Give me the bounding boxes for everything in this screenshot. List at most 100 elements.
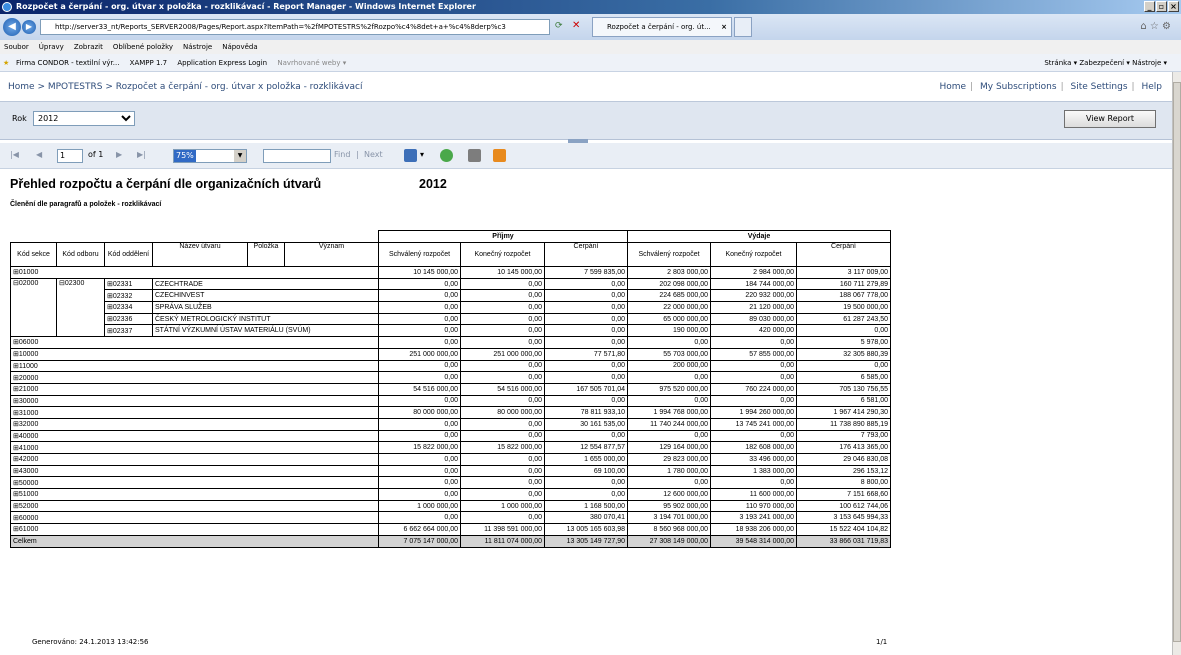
cell: 220 932 000,00 [710,289,797,303]
back-icon[interactable]: ◀ [3,18,21,36]
close-window-button[interactable]: × [1168,1,1179,12]
row-code[interactable]: ⊞02331 [104,277,153,291]
menu-soubor[interactable]: Soubor [4,40,29,54]
cell: 1 000 000,00 [378,499,461,513]
next-page-icon[interactable]: ▶ [116,150,122,159]
row-code[interactable]: ⊞60000 [10,511,379,525]
row-code[interactable]: ⊟02300 [56,277,105,338]
refresh-report-icon[interactable] [440,149,453,162]
page-indicator: 1/1 [876,638,888,646]
table-row: ⊞60000 0,00 0,00 380 070,41 3 194 701 000,00… [10,511,891,525]
table-row: ⊞02337 STÁTNÍ VÝZKUMNÍ ÚSTAV MATERIÁLU (S… [11,324,891,338]
row-code[interactable]: ⊞21000 [10,382,379,396]
table-row: ⊞43000 0,00 0,00 69 100,00 1 780 000,00 1 383… [10,464,891,478]
cell: 420 000,00 [710,324,797,338]
cell: 89 030 000,00 [710,312,797,326]
menu-zobrazit[interactable]: Zobrazit [74,40,103,54]
cell: 8 800,00 [796,476,891,490]
row-code[interactable]: ⊞02337 [104,324,153,338]
menu-napoveda[interactable]: Nápověda [222,40,257,54]
minimize-button[interactable]: _ [1144,1,1155,12]
cell: 0,00 [460,289,545,303]
browser-tab[interactable]: Rozpočet a čerpání - org. út... × [592,17,732,37]
row-code[interactable]: ⊞11000 [10,359,379,373]
url-input[interactable]: http://server33_nt/Reports_SERVER2008/Pa… [40,19,550,35]
zoom-select[interactable]: 75% ▼ [173,149,247,163]
refresh-icon[interactable]: ⟳ [555,21,563,31]
cell: 0,00 [378,324,461,338]
print-icon[interactable] [468,149,481,162]
link-subscriptions[interactable]: My Subscriptions [980,82,1057,92]
row-code[interactable]: ⊟02000 [10,277,57,338]
crumb-folder[interactable]: MPOTESTRS [48,82,103,92]
page-number-input[interactable]: 1 [57,149,83,163]
link-help[interactable]: Help [1141,82,1162,92]
close-tab-icon[interactable]: × [721,18,727,36]
cell: 12 600 000,00 [627,488,711,501]
fav-condor[interactable]: Firma CONDOR - textilní výr... [16,59,119,67]
cell: 13 005 165 603,98 [544,523,628,536]
menu-nastroje[interactable]: Nástroje [183,40,212,54]
row-code[interactable]: ⊞30000 [10,394,379,408]
row-code[interactable]: ⊞01000 [10,266,379,279]
zoom-dropdown-icon[interactable]: ▼ [234,150,246,162]
link-site-settings[interactable]: Site Settings [1070,82,1127,92]
crumb-home[interactable]: Home [8,82,35,92]
maximize-button[interactable]: ▫ [1156,1,1167,12]
crumb-report[interactable]: Rozpočet a čerpání - org. útvar x položk… [116,82,363,92]
cell: 5 978,00 [796,336,891,349]
prev-page-icon[interactable]: ◀ [36,150,42,159]
stop-icon[interactable]: ✕ [572,20,580,31]
table-row: ⊞21000 54 516 000,00 54 516 000,00 167 505 … [10,382,891,396]
row-code[interactable]: ⊞50000 [10,476,379,490]
next-link[interactable]: Next [364,150,383,159]
row-code[interactable]: ⊞40000 [10,429,379,443]
row-code[interactable]: ⊞02334 [104,301,153,314]
new-tab-button[interactable] [734,17,752,37]
find-input[interactable] [263,149,331,163]
fav-suggested[interactable]: Navrhované weby ▾ [277,59,346,67]
row-code[interactable]: ⊞42000 [10,453,379,466]
forward-icon[interactable]: ▶ [22,20,36,34]
view-report-button[interactable]: View Report [1064,110,1156,128]
cell: 0,00 [378,301,461,314]
vertical-scrollbar[interactable] [1172,72,1181,655]
cell: 65 000 000,00 [627,312,711,326]
report-table: Příjmy Výdaje Kód sekce Kód odboru Kód o… [10,230,891,548]
menu-oblibene[interactable]: Oblíbené položky [113,40,173,54]
command-bar[interactable]: Stránka ▾ Zabezpečení ▾ Nástroje ▾ [1044,54,1167,72]
row-code[interactable]: ⊞43000 [10,464,379,478]
row-code[interactable]: ⊞02332 [104,289,153,303]
scrollbar-thumb[interactable] [1173,82,1181,642]
cell: 80 000 000,00 [378,406,461,419]
row-code[interactable]: ⊞10000 [10,347,379,361]
row-code[interactable]: ⊞52000 [10,499,379,513]
link-home[interactable]: Home [940,82,967,92]
row-code[interactable]: ⊞02336 [104,312,153,326]
cell: 0,00 [544,301,628,314]
favorites-star-icon[interactable]: ★ [3,54,9,72]
row-code[interactable]: ⊞06000 [10,336,379,349]
row-code[interactable]: ⊞41000 [10,441,379,454]
row-code[interactable]: ⊞31000 [10,406,379,419]
fav-xampp[interactable]: XAMPP 1.7 [130,59,167,67]
find-link[interactable]: Find [334,150,350,159]
cell: 0,00 [460,312,545,326]
menu-upravy[interactable]: Úpravy [39,40,64,54]
first-page-icon[interactable]: |◀ [10,150,19,159]
window-titlebar: Rozpočet a čerpání - org. útvar x položk… [0,0,1181,14]
page-count: of 1 [88,150,104,159]
cell: 0,00 [460,417,545,431]
row-code[interactable]: ⊞51000 [10,488,379,501]
home-star-gear-icons[interactable]: ⌂ ☆ ⚙ [1140,21,1171,32]
row-code[interactable]: ⊞32000 [10,417,379,431]
export-icon[interactable] [404,149,417,162]
last-page-icon[interactable]: ▶| [137,150,146,159]
export-dropdown-icon[interactable]: ▾ [420,150,424,159]
cell: 0,00 [544,324,628,338]
fav-apex[interactable]: Application Express Login [177,59,267,67]
year-select[interactable]: 2012 [33,111,135,126]
row-code[interactable]: ⊞61000 [10,523,379,536]
row-code[interactable]: ⊞20000 [10,371,379,384]
atom-feed-icon[interactable] [493,149,506,162]
